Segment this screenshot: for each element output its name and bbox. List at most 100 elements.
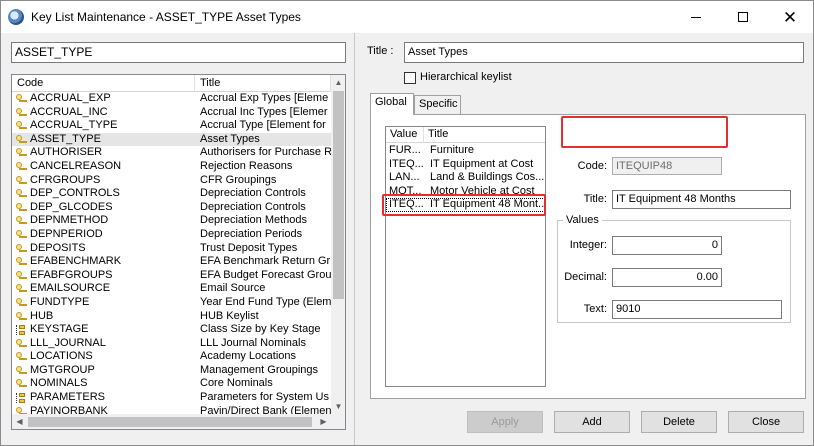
key-list-row[interactable]: HUB HUB Keylist [12,310,331,324]
key-title: Accrual Type [Element for [200,119,326,132]
key-list-row[interactable]: PARAMETERS Parameters for System Us [12,391,331,405]
key-list-row[interactable]: ACCRUAL_TYPE Accrual Type [Element for [12,119,331,133]
value-list-row[interactable]: LAN... Land & Buildings Cos... [386,171,545,185]
text-input[interactable]: 9010 [612,300,782,319]
delete-button[interactable]: Delete [641,411,717,433]
key-list-row[interactable]: DEP_CONTROLS Depreciation Controls [12,187,331,201]
apply-button[interactable]: Apply [467,411,543,433]
key-title: HUB Keylist [200,309,259,322]
key-icon [16,243,28,254]
key-title: Authorisers for Purchase R [200,146,331,159]
integer-input[interactable]: 0 [612,236,722,255]
value-list-row[interactable]: ITEQ... IT Equipment 48 Mont... [386,198,545,212]
key-code: DEPNPERIOD [30,227,103,240]
key-title: LLL Journal Nominals [200,336,306,349]
key-title: Payin/Direct Bank (Elemen [200,404,331,414]
close-button[interactable]: Close [728,411,804,433]
key-list-row[interactable]: AUTHORISER Authorisers for Purchase R [12,146,331,160]
key-title: Depreciation Methods [200,214,308,227]
key-list-row[interactable]: ASSET_TYPE Asset Types [12,132,331,147]
scroll-up-icon[interactable]: ▲ [331,75,345,90]
hierarchical-keylist-label[interactable]: Hierarchical keylist [420,71,512,83]
value-code: ITEQ... [389,157,423,170]
value-title-input[interactable]: IT Equipment 48 Months [612,190,791,209]
scroll-left-icon[interactable]: ◀ [12,414,27,429]
key-icon [16,352,28,362]
key-list-row[interactable]: FUNDTYPE Year End Fund Type (Elem [12,296,331,310]
maximize-icon [738,12,748,22]
key-list-header: Code Title [12,75,331,92]
horizontal-scrollbar[interactable]: ◀ ▶ [12,414,331,429]
key-title: Email Source [200,282,266,295]
key-title: Depreciation Periods [200,227,303,240]
key-list-row[interactable]: CFRGROUPS CFR Groupings [12,174,331,188]
key-code: CANCELREASON [30,159,122,172]
column-header-value[interactable]: Value [386,127,424,143]
key-list-row[interactable]: DEPOSITS Trust Deposit Types [12,242,331,256]
key-list-row[interactable]: DEP_GLCODES Depreciation Controls [12,201,331,215]
tab-global[interactable]: Global [370,93,414,115]
key-title: Rejection Reasons [200,159,293,172]
key-code: ACCRUAL_EXP [30,92,111,104]
key-code: DEPNMETHOD [30,214,109,227]
text-label: Text: [583,303,607,315]
value-title: Furniture [430,144,475,156]
key-icon [16,229,28,240]
key-code: KEYSTAGE [30,323,89,336]
value-list-row[interactable]: MOT... Motor Vehicle at Cost [386,185,545,199]
value-list-row[interactable]: FUR... Furniture [386,144,545,158]
key-title: Year End Fund Type (Elem [200,295,331,308]
key-icon [16,148,28,158]
column-header-title[interactable]: Title [195,75,331,92]
key-list-row[interactable]: ACCRUAL_EXP Accrual Exp Types [Eleme [12,92,331,106]
key-list-row[interactable]: LOCATIONS Academy Locations [12,350,331,364]
close-window-button[interactable]: ✕ [767,1,813,33]
key-list-row[interactable]: CANCELREASON Rejection Reasons [12,160,331,174]
key-list-row[interactable]: DEPNPERIOD Depreciation Periods [12,228,331,242]
key-icon [16,379,28,389]
value-code: ITEQ... [389,198,423,211]
decimal-input[interactable]: 0.00 [612,268,722,287]
key-list-row[interactable]: DEPNMETHOD Depreciation Methods [12,214,331,228]
hierarchical-keylist-checkbox[interactable] [404,72,416,84]
key-icon [16,284,28,294]
key-list-row[interactable]: EFABENCHMARK EFA Benchmark Return Gr [12,255,331,269]
title-input[interactable]: Asset Types [404,42,804,63]
maximize-button[interactable] [720,1,766,33]
tab-specific[interactable]: Specific [414,95,461,114]
key-search-input[interactable]: ASSET_TYPE [11,42,346,63]
key-list-row[interactable]: LLL_JOURNAL LLL Journal Nominals [12,337,331,351]
key-code: EFABENCHMARK [30,255,122,268]
value-title: IT Equipment 48 Mont... [430,198,545,211]
value-list-row[interactable]: ITEQ... IT Equipment at Cost [386,157,545,172]
key-icon [16,257,28,267]
key-list-row[interactable]: MGTGROUP Management Groupings [12,364,331,378]
minimize-button[interactable] [673,1,719,33]
vertical-scroll-thumb[interactable] [333,91,344,299]
scroll-down-icon[interactable]: ▼ [331,399,345,414]
key-icon [16,365,28,376]
key-icon [16,107,28,118]
key-code: PAYINORBANK [30,404,108,414]
key-list-row[interactable]: EFABFGROUPS EFA Budget Forecast Grou [12,269,331,283]
key-code: DEP_GLCODES [30,200,113,213]
title-bar: Key List Maintenance - ASSET_TYPE Asset … [1,1,813,33]
column-header-code[interactable]: Code [12,75,195,92]
panel-divider[interactable] [354,33,355,445]
key-title: Academy Locations [200,350,296,363]
key-title: EFA Budget Forecast Grou [200,268,331,281]
key-list-row[interactable]: EMAILSOURCE Email Source [12,282,331,296]
key-code: EFABFGROUPS [30,268,113,281]
key-list-row[interactable]: PAYINORBANK Payin/Direct Bank (Elemen [12,405,331,414]
key-list-row[interactable]: KEYSTAGE Class Size by Key Stage [12,323,331,337]
scroll-right-icon[interactable]: ▶ [316,414,331,429]
key-title: Accrual Inc Types [Elemer [200,105,328,118]
horizontal-scroll-thumb[interactable] [28,417,312,427]
column-header-value-title[interactable]: Title [424,127,545,143]
key-code: MGTGROUP [30,363,95,376]
vertical-scrollbar[interactable]: ▲ ▼ [331,75,345,414]
values-group-label: Values [563,214,602,226]
add-button[interactable]: Add [554,411,630,433]
key-list-row[interactable]: NOMINALS Core Nominals [12,377,331,391]
key-list-row[interactable]: ACCRUAL_INC Accrual Inc Types [Elemer [12,106,331,120]
